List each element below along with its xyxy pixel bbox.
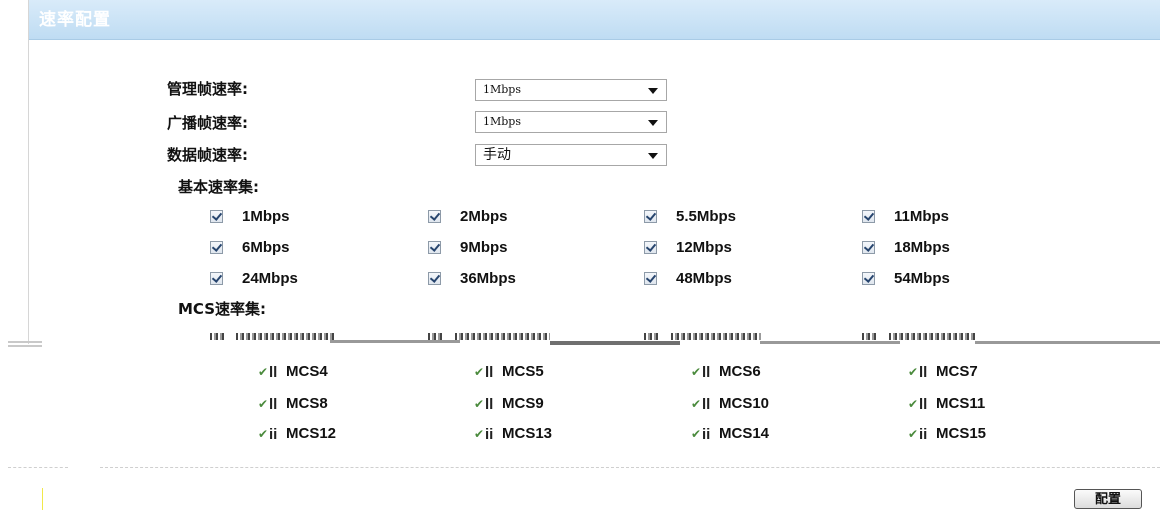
panel-header: 速率配置 xyxy=(29,0,1160,40)
basic-rates-label: 基本速率集: xyxy=(178,178,259,196)
checkmark-icon xyxy=(862,210,875,223)
mcs-rate-label: MCS4 xyxy=(286,363,328,380)
mcs-rate-glyph: ii xyxy=(485,426,494,443)
checkmark-icon: ✔ xyxy=(258,427,269,441)
basic-rate-label: 12Mbps xyxy=(676,239,732,256)
mcs-rate-glyph: ii xyxy=(919,426,928,443)
artifact-line xyxy=(550,341,680,345)
mcs-rate-glyph: ll xyxy=(269,396,278,413)
checkmark-icon: ✔ xyxy=(691,427,702,441)
checkmark-icon xyxy=(210,272,223,285)
artifact-line xyxy=(330,340,460,343)
checkmark-icon: ✔ xyxy=(908,365,919,379)
artifact-fragment xyxy=(671,333,761,340)
mcs-rate-glyph: ll xyxy=(269,364,278,381)
chevron-down-icon xyxy=(648,120,658,126)
basic-rate-label: 24Mbps xyxy=(242,270,298,287)
divider xyxy=(8,467,68,468)
mcs-rate-glyph: ll xyxy=(702,396,711,413)
mcs-rate-glyph: ll xyxy=(919,396,928,413)
mcs-rate-label: MCS12 xyxy=(286,425,337,442)
mcs-rate-label: MCS5 xyxy=(502,363,544,380)
artifact-fragment xyxy=(455,333,550,340)
rate-config-panel: 速率配置 xyxy=(28,0,1160,344)
basic-rate-label: 2Mbps xyxy=(460,208,508,225)
panel-title: 速率配置 xyxy=(39,10,111,30)
artifact-line xyxy=(8,345,42,347)
mcs-rate-glyph: ii xyxy=(702,426,711,443)
checkmark-icon: ✔ xyxy=(691,397,702,411)
checkmark-icon: ✔ xyxy=(908,397,919,411)
data-rate-label: 数据帧速率: xyxy=(167,146,248,164)
artifact-fragment xyxy=(210,333,224,340)
basic-rate-label: 36Mbps xyxy=(460,270,516,287)
bcast-rate-label: 广播帧速率: xyxy=(167,114,248,132)
data-rate-select[interactable]: 手动 xyxy=(475,144,667,166)
mcs-rate-label: MCS7 xyxy=(936,363,978,380)
basic-rate-label: 9Mbps xyxy=(460,239,508,256)
bcast-rate-value: 1Mbps xyxy=(483,115,521,128)
checkmark-icon: ✔ xyxy=(474,365,485,379)
mcs-rate-label: MCS15 xyxy=(936,425,987,442)
chevron-down-icon xyxy=(648,88,658,94)
checkmark-icon xyxy=(210,241,223,254)
mcs-rate-glyph: ii xyxy=(269,426,278,443)
edge-marker xyxy=(42,488,43,510)
mcs-rate-label: MCS6 xyxy=(719,363,761,380)
mcs-rate-glyph: ll xyxy=(485,364,494,381)
artifact-fragment xyxy=(236,333,336,340)
mgmt-rate-value: 1Mbps xyxy=(483,83,521,96)
checkmark-icon xyxy=(210,210,223,223)
basic-rate-label: 48Mbps xyxy=(676,270,732,287)
mcs-rate-label: MCS10 xyxy=(719,395,770,412)
artifact-fragment xyxy=(428,333,442,340)
checkmark-icon xyxy=(428,210,441,223)
checkmark-icon xyxy=(862,272,875,285)
chevron-down-icon xyxy=(648,153,658,159)
mcs-rate-label: MCS8 xyxy=(286,395,328,412)
checkmark-icon xyxy=(428,241,441,254)
checkmark-icon xyxy=(644,272,657,285)
basic-rate-label: 11Mbps xyxy=(894,208,950,225)
checkmark-icon xyxy=(644,241,657,254)
mgmt-rate-select[interactable]: 1Mbps xyxy=(475,79,667,101)
checkmark-icon xyxy=(428,272,441,285)
mcs-rate-glyph: ll xyxy=(919,364,928,381)
mcs-rate-label: MCS11 xyxy=(936,395,986,412)
checkmark-icon: ✔ xyxy=(258,397,269,411)
mcs-rate-label: MCS9 xyxy=(502,395,544,412)
mcs-rate-glyph: ll xyxy=(702,364,711,381)
mcs-rates-label: MCS速率集: xyxy=(178,300,267,318)
artifact-fragment xyxy=(889,333,975,340)
checkmark-icon: ✔ xyxy=(474,427,485,441)
artifact-line xyxy=(760,341,900,344)
mcs-rate-label: MCS14 xyxy=(719,425,770,442)
mgmt-rate-label: 管理帧速率: xyxy=(167,80,248,98)
data-rate-value: 手动 xyxy=(483,147,511,163)
basic-rate-label: 54Mbps xyxy=(894,270,950,287)
mcs-rate-label: MCS13 xyxy=(502,425,553,442)
mcs-rate-glyph: ll xyxy=(485,396,494,413)
artifact-line xyxy=(975,341,1160,344)
render-artifact-band xyxy=(0,330,1160,354)
bcast-rate-select[interactable]: 1Mbps xyxy=(475,111,667,133)
basic-rate-label: 1Mbps xyxy=(242,208,290,225)
divider xyxy=(100,467,1160,468)
checkmark-icon: ✔ xyxy=(691,365,702,379)
config-button[interactable]: 配置 xyxy=(1074,489,1142,509)
checkmark-icon: ✔ xyxy=(908,427,919,441)
basic-rate-label: 5.5Mbps xyxy=(676,208,737,225)
checkmark-icon: ✔ xyxy=(258,365,269,379)
checkmark-icon xyxy=(862,241,875,254)
checkmark-icon xyxy=(644,210,657,223)
artifact-fragment xyxy=(644,333,658,340)
basic-rate-label: 6Mbps xyxy=(242,239,290,256)
artifact-fragment xyxy=(862,333,876,340)
checkmark-icon: ✔ xyxy=(474,397,485,411)
artifact-line xyxy=(8,341,42,343)
basic-rate-label: 18Mbps xyxy=(894,239,950,256)
